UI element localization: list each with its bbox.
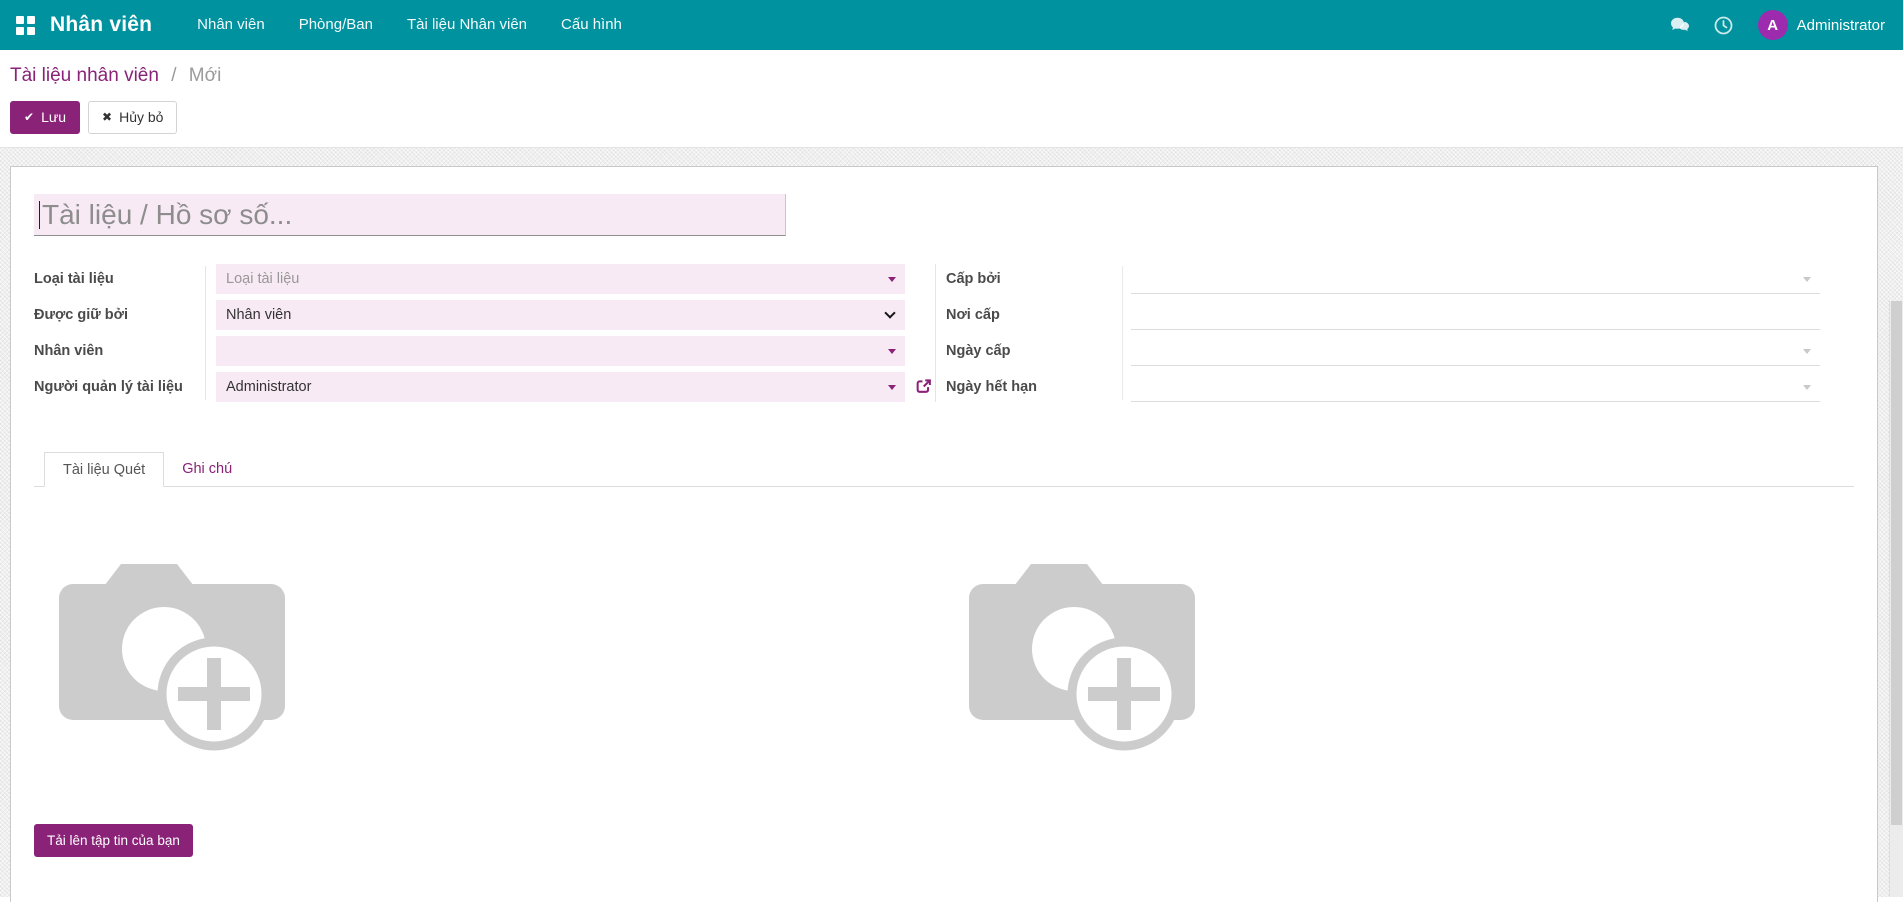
issued-by-field[interactable] bbox=[1131, 264, 1820, 294]
upload-file-button[interactable]: Tải lên tập tin của bạn bbox=[34, 824, 193, 857]
apps-grid-icon[interactable] bbox=[16, 16, 35, 35]
label-loai-tai-lieu: Loại tài liệu bbox=[34, 264, 205, 294]
document-type-placeholder: Loại tài liệu bbox=[226, 271, 299, 287]
issue-place-field[interactable] bbox=[1131, 300, 1820, 330]
document-manager-field[interactable]: Administrator bbox=[216, 372, 905, 402]
camera-plus-icon bbox=[59, 554, 285, 754]
save-button[interactable]: ✔ Lưu bbox=[10, 101, 80, 134]
form-sheet: Loại tài liệu Loại tài liệu Được giữ bởi… bbox=[10, 166, 1878, 902]
form-group-left: Loại tài liệu Loại tài liệu Được giữ bởi… bbox=[34, 264, 936, 402]
label-nhan-vien: Nhân viên bbox=[34, 336, 205, 366]
breadcrumb-current: Mới bbox=[189, 65, 222, 86]
breadcrumb: Tài liệu nhân viên / Mới bbox=[10, 63, 1903, 89]
discard-button[interactable]: ✖ Hủy bỏ bbox=[88, 101, 177, 134]
scanned-documents-panel bbox=[34, 487, 1854, 754]
nav-item-nhan-vien[interactable]: Nhân viên bbox=[180, 0, 282, 50]
control-panel: Tài liệu nhân viên / Mới ✔ Lưu ✖ Hủy bỏ bbox=[0, 50, 1903, 148]
breadcrumb-separator: / bbox=[171, 65, 176, 86]
tab-tai-lieu-quet[interactable]: Tài liệu Quét bbox=[44, 452, 164, 487]
caret-down-icon bbox=[888, 385, 896, 390]
form-fields: Loại tài liệu Loại tài liệu Được giữ bởi… bbox=[34, 264, 1854, 402]
document-title-wrap bbox=[34, 194, 786, 236]
label-nguoi-quan-ly: Người quản lý tài liệu bbox=[34, 372, 205, 402]
document-number-input[interactable] bbox=[34, 194, 786, 236]
discard-button-label: Hủy bỏ bbox=[119, 108, 163, 127]
check-icon: ✔ bbox=[24, 108, 34, 127]
caret-down-icon bbox=[888, 349, 896, 354]
label-noi-cap: Nơi cấp bbox=[946, 300, 1122, 330]
breadcrumb-parent-link[interactable]: Tài liệu nhân viên bbox=[10, 65, 159, 86]
held-by-select[interactable]: Nhân viên bbox=[216, 300, 905, 330]
save-button-label: Lưu bbox=[41, 108, 66, 127]
activities-clock-icon[interactable] bbox=[1713, 15, 1734, 36]
document-manager-value: Administrator bbox=[226, 379, 311, 395]
control-panel-buttons: ✔ Lưu ✖ Hủy bỏ bbox=[10, 101, 1903, 134]
app-brand[interactable]: Nhân viên bbox=[50, 13, 152, 37]
expiry-date-field[interactable] bbox=[1131, 372, 1820, 402]
scan-image-upload-back[interactable] bbox=[969, 554, 1195, 754]
chevron-down-icon bbox=[884, 307, 895, 318]
top-navbar: Nhân viên Nhân viên Phòng/Ban Tài liệu N… bbox=[0, 0, 1903, 50]
document-type-field[interactable]: Loại tài liệu bbox=[216, 264, 905, 294]
caret-down-icon bbox=[1803, 277, 1811, 282]
label-ngay-cap: Ngày cấp bbox=[946, 336, 1122, 366]
form-group-right: Cấp bởi Nơi cấp Ngày cấp bbox=[946, 264, 1854, 402]
x-icon: ✖ bbox=[102, 108, 112, 127]
camera-plus-icon bbox=[969, 554, 1195, 754]
caret-down-icon bbox=[1803, 385, 1811, 390]
vertical-scrollbar[interactable] bbox=[1889, 301, 1903, 897]
notebook-tabs: Tài liệu Quét Ghi chú bbox=[34, 452, 1854, 487]
tab-ghi-chu[interactable]: Ghi chú bbox=[164, 452, 250, 486]
label-ngay-het-han: Ngày hết hạn bbox=[946, 372, 1122, 402]
user-menu[interactable]: Administrator bbox=[1797, 17, 1885, 34]
employee-field[interactable] bbox=[216, 336, 905, 366]
nav-item-phong-ban[interactable]: Phòng/Ban bbox=[282, 0, 390, 50]
user-avatar[interactable]: A bbox=[1758, 10, 1788, 40]
issue-date-field[interactable] bbox=[1131, 336, 1820, 366]
caret-down-icon bbox=[1803, 349, 1811, 354]
action-area: Loại tài liệu Loại tài liệu Được giữ bởi… bbox=[0, 148, 1903, 897]
label-duoc-giu-boi: Được giữ bởi bbox=[34, 300, 205, 330]
messages-icon[interactable] bbox=[1669, 15, 1691, 35]
text-cursor bbox=[39, 201, 40, 229]
nav-item-cau-hinh[interactable]: Cấu hình bbox=[544, 0, 639, 50]
held-by-value: Nhân viên bbox=[226, 307, 291, 323]
external-link-icon[interactable] bbox=[915, 378, 932, 400]
navbar-right: A Administrator bbox=[1647, 10, 1885, 40]
caret-down-icon bbox=[888, 277, 896, 282]
scrollbar-thumb[interactable] bbox=[1891, 301, 1902, 825]
label-cap-boi: Cấp bởi bbox=[946, 264, 1122, 294]
nav-item-tai-lieu[interactable]: Tài liệu Nhân viên bbox=[390, 0, 544, 50]
scan-image-upload-front[interactable] bbox=[59, 554, 285, 754]
